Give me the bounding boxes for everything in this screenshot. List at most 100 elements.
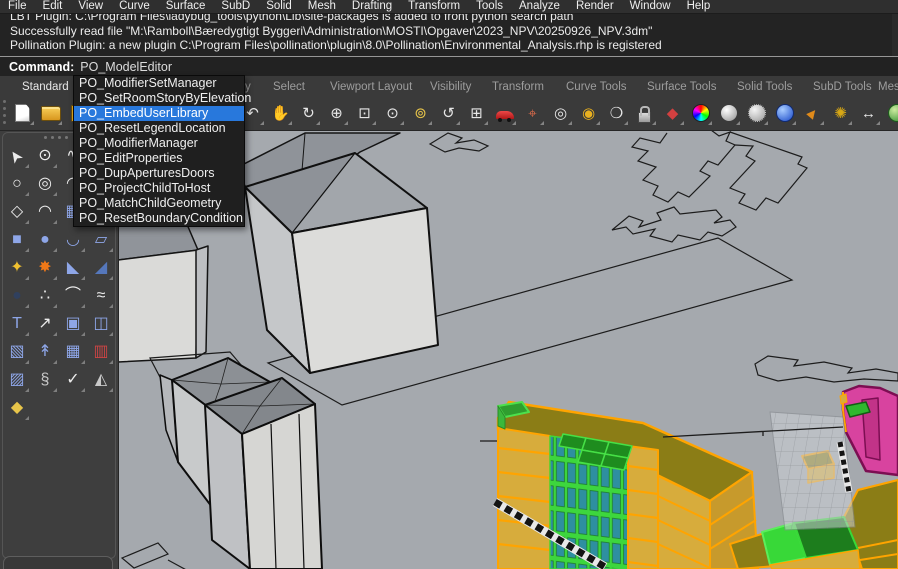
palette-tool[interactable]: ■ — [3, 226, 31, 254]
palette-tool[interactable]: ⊙ — [31, 142, 59, 170]
palette-tool[interactable]: ◆ — [3, 394, 31, 422]
palette-tool[interactable]: ✸ — [31, 254, 59, 282]
palette-tool[interactable]: ✦ — [3, 254, 31, 282]
palette-tool[interactable]: ▣ — [59, 310, 87, 338]
palette-tool[interactable]: ▱ — [87, 226, 115, 254]
toolbar-icon[interactable]: ◉ — [576, 100, 601, 126]
palette-tool[interactable]: ◢ — [87, 254, 115, 282]
toolbar-icon[interactable]: ⊚ — [408, 100, 433, 126]
palette-tool[interactable]: ➤ — [3, 142, 31, 170]
tab-subd-tools[interactable]: SubD Tools — [813, 75, 872, 97]
toolbar-icon[interactable]: ⌖ — [520, 100, 545, 126]
toolbar-icon[interactable]: ↺ — [436, 100, 461, 126]
toolbar-icon[interactable]: ✺ — [828, 100, 853, 126]
palette-tool[interactable]: ◇ — [3, 198, 31, 226]
tab-mesh-tools[interactable]: Mesh Tools — [878, 75, 898, 97]
autocomplete-item[interactable]: PO_ModifierManager — [74, 136, 244, 151]
menu-item[interactable]: Mesh — [300, 0, 344, 13]
palette-tool[interactable]: ↗ — [31, 310, 59, 338]
menu-item[interactable]: Analyze — [511, 0, 568, 13]
toolbar-icon[interactable]: ❍ — [604, 100, 629, 126]
autocomplete-item[interactable]: PO_ResetBoundaryCondition — [74, 211, 244, 226]
autocomplete-item[interactable]: PO_EmbedUserLibrary — [74, 106, 244, 121]
tab-surface-tools[interactable]: Surface Tools — [647, 75, 716, 97]
palette-tool[interactable]: ● — [3, 282, 31, 310]
palette-tool[interactable]: § — [31, 366, 59, 394]
palette-tool[interactable]: ▦ — [59, 338, 87, 366]
palette-tool[interactable]: ● — [31, 226, 59, 254]
palette-tool[interactable]: ✓ — [59, 366, 87, 394]
menu-item[interactable]: Drafting — [344, 0, 400, 13]
view-icon-group: ↶✋↻⊕⊡⊙⊚↺⊞⌖◎◉❍◆▲✺↔ — [240, 100, 898, 126]
tab-standard[interactable]: Standard — [22, 75, 69, 97]
toolbar-icon[interactable] — [632, 100, 657, 126]
palette-tool[interactable]: ▧ — [3, 338, 31, 366]
menu-item[interactable]: Transform — [400, 0, 468, 13]
menu-item[interactable]: Render — [568, 0, 622, 13]
toolbar-icon[interactable]: ◆ — [660, 100, 685, 126]
autocomplete-item[interactable]: PO_DupAperturesDoors — [74, 166, 244, 181]
autocomplete-item[interactable]: PO_EditProperties — [74, 151, 244, 166]
palette-tool[interactable]: ◭ — [87, 366, 115, 394]
command-line[interactable]: Command: PO_ModelEditor — [0, 56, 898, 76]
toolbar-icon[interactable]: ◎ — [548, 100, 573, 126]
toolbar-icon[interactable] — [10, 100, 35, 126]
toolbar-icon[interactable] — [884, 100, 898, 126]
toolbar-icon[interactable] — [744, 100, 769, 126]
palette-tool[interactable]: ▥ — [87, 338, 115, 366]
tab-viewport-layout[interactable]: Viewport Layout — [330, 75, 412, 97]
menu-item[interactable]: File — [0, 0, 35, 13]
autocomplete-item[interactable]: PO_ProjectChildToHost — [74, 181, 244, 196]
command-history[interactable]: LBT Plugin: C:\Program Files\ladybug_too… — [0, 14, 898, 56]
palette-tool[interactable]: ◎ — [31, 170, 59, 198]
palette-tool[interactable]: ◠ — [31, 198, 59, 226]
tab-select[interactable]: Select — [273, 75, 305, 97]
menu-item[interactable]: Window — [622, 0, 679, 13]
autocomplete-item[interactable]: PO_ResetLegendLocation — [74, 121, 244, 136]
palette-tool[interactable]: ◫ — [87, 310, 115, 338]
toolbar-icon[interactable]: ⊞ — [464, 100, 489, 126]
toolbar-icon[interactable]: ⊡ — [352, 100, 377, 126]
console-line: Pollination Plugin: a new plugin C:\Prog… — [0, 38, 898, 53]
palette-tool[interactable]: ∴ — [31, 282, 59, 310]
tab-curve-tools[interactable]: Curve Tools — [566, 75, 627, 97]
toolbar-grip[interactable] — [3, 100, 6, 103]
toolbar-icon[interactable] — [492, 100, 517, 126]
toolbar-icon[interactable]: ✋ — [268, 100, 293, 126]
tab-solid-tools[interactable]: Solid Tools — [737, 75, 792, 97]
docked-panel-edge[interactable] — [3, 556, 113, 569]
autocomplete-item[interactable]: PO_MatchChildGeometry — [74, 196, 244, 211]
palette-tool[interactable]: ↟ — [31, 338, 59, 366]
menu-item[interactable]: Surface — [158, 0, 214, 13]
palette-tool[interactable]: T — [3, 310, 31, 338]
menu-item[interactable]: View — [70, 0, 111, 13]
toolbar-icon[interactable] — [688, 100, 713, 126]
menu-item[interactable]: Curve — [111, 0, 158, 13]
menu-item[interactable]: SubD — [213, 0, 258, 13]
menu-item[interactable]: Help — [679, 0, 719, 13]
toolbar-icon[interactable]: ↻ — [296, 100, 321, 126]
palette-tool[interactable]: ◣ — [59, 254, 87, 282]
menu-item[interactable]: Edit — [35, 0, 71, 13]
toolbar-icon[interactable] — [716, 100, 741, 126]
command-input[interactable]: PO_ModelEditor — [74, 60, 172, 74]
console-scrollbar[interactable] — [892, 14, 898, 56]
toolbar-icon[interactable]: ⊙ — [380, 100, 405, 126]
palette-tool[interactable]: ≈ — [87, 282, 115, 310]
autocomplete-item[interactable]: PO_ModifierSetManager — [74, 76, 244, 91]
palette-tool[interactable]: ◡ — [59, 226, 87, 254]
toolbar-icon[interactable]: ▲ — [800, 100, 825, 126]
palette-tool[interactable]: ⌒ — [59, 282, 87, 310]
sidebar-grip[interactable] — [44, 136, 47, 139]
toolbar-icon[interactable] — [38, 100, 63, 126]
menu-item[interactable]: Solid — [258, 0, 300, 13]
palette-tool[interactable]: ▨ — [3, 366, 31, 394]
tab-visibility[interactable]: Visibility — [430, 75, 471, 97]
toolbar-icon[interactable] — [772, 100, 797, 126]
tab-transform[interactable]: Transform — [492, 75, 544, 97]
palette-tool[interactable]: ○ — [3, 170, 31, 198]
autocomplete-item[interactable]: PO_SetRoomStoryByElevation — [74, 91, 244, 106]
menu-item[interactable]: Tools — [468, 0, 511, 13]
toolbar-icon[interactable]: ⊕ — [324, 100, 349, 126]
toolbar-icon[interactable]: ↔ — [856, 100, 881, 126]
